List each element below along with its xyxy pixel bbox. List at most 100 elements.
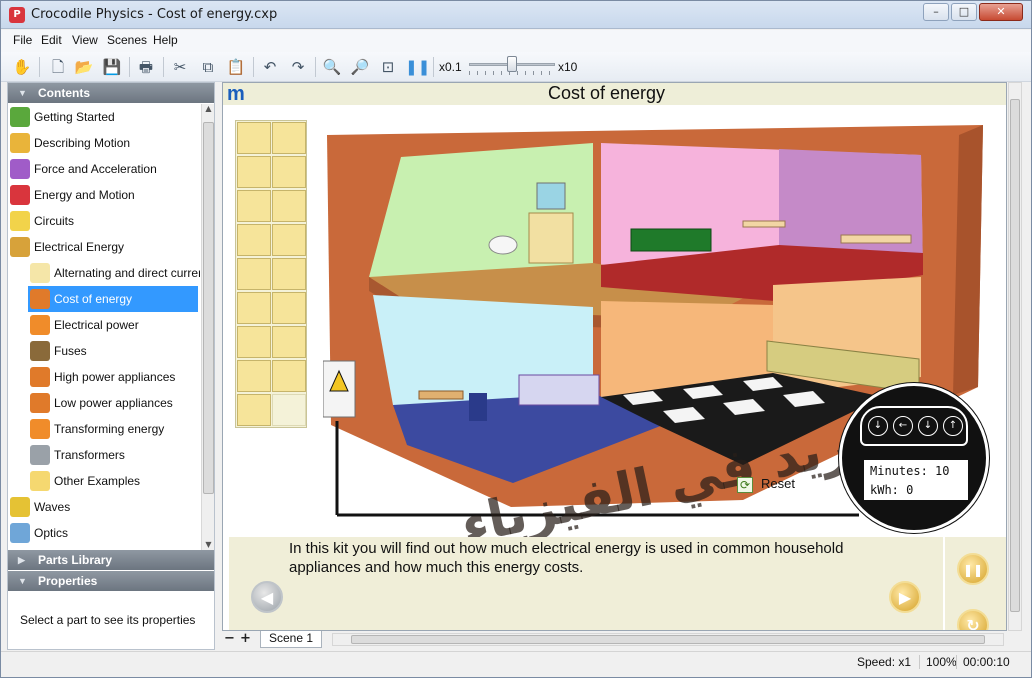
tree-item[interactable]: Electrical Energy xyxy=(8,234,198,260)
speaker-icon[interactable] xyxy=(272,360,306,392)
remove-scene-button[interactable]: − xyxy=(224,631,235,646)
canvas-vertical-scrollbar[interactable] xyxy=(1008,82,1022,631)
tree-item[interactable]: Fuses xyxy=(28,338,198,364)
vacuum-icon[interactable] xyxy=(237,292,271,324)
tree-item[interactable]: Force and Acceleration xyxy=(8,156,198,182)
meter-dial-icon: ↓ xyxy=(868,416,888,436)
tree-item[interactable]: Alternating and direct current xyxy=(28,260,200,286)
tree-item-label: Getting Started xyxy=(34,110,115,124)
pause-icon[interactable]: ❚❚ xyxy=(405,56,430,78)
laptop-icon[interactable] xyxy=(237,224,271,256)
menu-file[interactable]: File xyxy=(13,33,32,47)
status-time: 00:00:10 xyxy=(956,655,1016,669)
topic-icon xyxy=(30,341,50,361)
lamp-icon[interactable] xyxy=(237,156,271,188)
info-panel: In this kit you will find out how much e… xyxy=(229,537,943,630)
tree-item[interactable]: Optics xyxy=(8,520,198,546)
redo-icon[interactable]: ↷ xyxy=(287,56,309,78)
reset-icon: ⟳ xyxy=(737,476,753,493)
scroll-up-icon[interactable]: ▲ xyxy=(202,104,215,118)
empty-slot xyxy=(272,394,306,426)
tree-item[interactable]: High power appliances xyxy=(28,364,198,390)
replay-button[interactable]: ↻ xyxy=(957,609,989,630)
cut-icon[interactable]: ✂ xyxy=(169,56,191,78)
fridge-icon[interactable] xyxy=(237,190,271,222)
zoom-in-icon[interactable]: 🔍 xyxy=(321,56,343,78)
toaster-icon[interactable] xyxy=(272,156,306,188)
tree-item[interactable]: Energy and Motion xyxy=(8,182,198,208)
properties-header[interactable]: ▼ Properties xyxy=(8,571,214,591)
hand-icon[interactable]: ✋ xyxy=(11,56,33,78)
scrollbar-thumb[interactable] xyxy=(1010,99,1020,612)
canvas-horizontal-scrollbar[interactable] xyxy=(332,633,1004,646)
topic-icon xyxy=(30,367,50,387)
parts-library-header[interactable]: ▶ Parts Library xyxy=(8,550,214,570)
topic-icon xyxy=(10,133,30,153)
parts-library-label: Parts Library xyxy=(38,553,113,567)
zoom-fit-icon[interactable]: ⊡ xyxy=(377,56,399,78)
kwh-label: kWh: xyxy=(870,483,899,497)
tree-item[interactable]: Waves xyxy=(8,494,198,520)
copy-icon[interactable]: ⧉ xyxy=(197,56,219,78)
cooker-icon[interactable] xyxy=(272,258,306,290)
app-window: P Crocodile Physics - Cost of energy.cxp… xyxy=(0,0,1032,678)
menu-edit[interactable]: Edit xyxy=(41,33,62,47)
toolbar-separator xyxy=(163,57,164,77)
contents-scrollbar[interactable]: ▲ ▼ xyxy=(201,104,214,554)
app-icon: P xyxy=(9,7,25,23)
kwh-row: kWh: 0 xyxy=(870,481,962,500)
tree-item[interactable]: Cost of energy xyxy=(28,286,198,312)
kwh-value: 0 xyxy=(906,483,914,497)
paste-icon[interactable]: 📋 xyxy=(225,56,247,78)
maximize-button[interactable]: □ xyxy=(951,3,977,21)
close-button[interactable]: ✕ xyxy=(979,3,1023,21)
scene-title: Cost of energy xyxy=(548,83,666,103)
print-icon[interactable]: 🖶 xyxy=(135,56,157,78)
fan-icon[interactable] xyxy=(272,122,306,154)
calculator-icon[interactable] xyxy=(237,394,271,426)
tree-item-label: Describing Motion xyxy=(34,136,131,150)
tree-item[interactable]: Transformers xyxy=(28,442,198,468)
scrollbar-thumb[interactable] xyxy=(203,122,214,494)
pause-sim-button[interactable]: ❚❚ xyxy=(957,553,989,585)
heater-icon[interactable] xyxy=(272,190,306,222)
speed-max-label: x10 xyxy=(558,60,578,74)
tree-item[interactable]: Transforming energy xyxy=(28,416,198,442)
washing-machine-icon[interactable] xyxy=(237,360,271,392)
tree-item[interactable]: Electrical power xyxy=(28,312,198,338)
reset-button[interactable]: ⟳ Reset xyxy=(737,476,795,496)
toolbar-separator xyxy=(315,57,316,77)
tree-item[interactable]: Low power appliances xyxy=(28,390,198,416)
iron-icon[interactable] xyxy=(237,122,271,154)
menu-scenes[interactable]: Scenes xyxy=(107,33,147,47)
kettle-icon[interactable] xyxy=(272,326,306,358)
open-folder-icon[interactable]: 📂 xyxy=(73,56,95,78)
simulation-canvas[interactable]: m Cost of energy الفريد في الفيزياء ↓ ← … xyxy=(222,82,1007,631)
tree-item[interactable]: Other Examples xyxy=(28,468,198,494)
save-icon[interactable]: 💾 xyxy=(101,56,123,78)
tree-item[interactable]: Circuits xyxy=(8,208,198,234)
back-arrow-button[interactable]: ◀ xyxy=(251,581,283,613)
microwave-icon[interactable] xyxy=(237,326,271,358)
tree-item[interactable]: Describing Motion xyxy=(8,130,198,156)
minimize-button[interactable]: – xyxy=(923,3,949,21)
scrollbar-thumb[interactable] xyxy=(351,635,985,644)
menu-help[interactable]: Help xyxy=(153,33,178,47)
undo-icon[interactable]: ↶ xyxy=(259,56,281,78)
meter-readout: Minutes: 10 kWh: 0 xyxy=(864,460,968,500)
menu-view[interactable]: View xyxy=(72,33,98,47)
clock-icon[interactable] xyxy=(237,258,271,290)
zoom-out-icon[interactable]: 🔎 xyxy=(349,56,371,78)
next-arrow-button[interactable]: ▶ xyxy=(889,581,921,613)
new-file-icon[interactable]: 🗋 xyxy=(47,56,69,78)
minutes-row: Minutes: 10 xyxy=(870,462,962,481)
speed-slider-thumb[interactable] xyxy=(507,56,517,72)
bed xyxy=(518,374,600,406)
ceiling-light-icon[interactable] xyxy=(272,224,306,256)
switch-icon[interactable] xyxy=(272,292,306,324)
add-scene-button[interactable]: + xyxy=(240,631,251,646)
scene-tab[interactable]: Scene 1 xyxy=(260,631,322,648)
contents-header[interactable]: ▼ Contents xyxy=(8,83,214,103)
tree-item-label: Transforming energy xyxy=(54,422,165,436)
tree-item[interactable]: Getting Started xyxy=(8,104,198,130)
